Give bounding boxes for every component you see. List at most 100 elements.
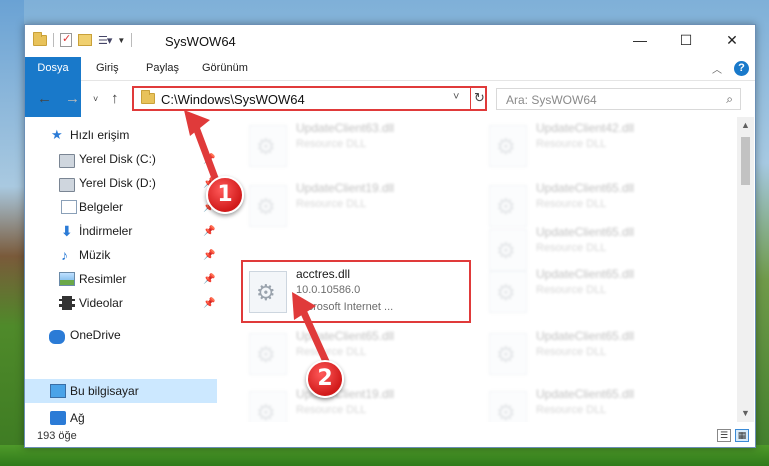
sidebar-item-label: Belgeler (79, 200, 124, 214)
file-name: UpdateClient65.dll (536, 387, 635, 401)
dll-file-icon (489, 125, 527, 167)
pictures-icon (59, 272, 75, 286)
file-item[interactable]: UpdateClient19.dll Resource DLL (244, 177, 474, 237)
file-description: Resource DLL (296, 138, 367, 150)
view-switcher: ☰ ▦ (717, 429, 749, 442)
dll-file-icon (249, 125, 287, 167)
recent-locations-chevron-icon[interactable]: ˅ (93, 94, 98, 104)
new-folder-icon[interactable] (78, 34, 92, 46)
cloud-icon (49, 329, 65, 344)
step-1-badge: 1 (206, 176, 244, 214)
quick-access-toolbar: ☰▾ ▼ (33, 31, 133, 47)
pin-icon[interactable]: 📌 (203, 250, 215, 261)
star-icon: ★ (51, 127, 63, 142)
sidebar-item-label: İndirmeler (79, 224, 133, 238)
file-item[interactable]: UpdateClient65.dll Resource DLL (484, 383, 714, 422)
sidebar-item-onedrive[interactable]: OneDrive (25, 323, 217, 347)
pin-icon[interactable]: 📌 (203, 298, 215, 309)
file-name: UpdateClient65.dll (536, 225, 635, 239)
sidebar-item-label: Ağ (70, 411, 85, 425)
navigation-bar: ← → ˅ ↑ C:\Windows\SysWOW64 ˅ ↻ Ara: Sys… (25, 82, 755, 116)
address-path[interactable]: C:\Windows\SysWOW64 (161, 92, 305, 107)
dll-file-icon (489, 333, 527, 375)
pin-icon[interactable]: 📌 (203, 226, 215, 237)
file-name: UpdateClient63.dll (296, 121, 395, 135)
details-view-icon[interactable]: ☰ (717, 429, 731, 442)
document-icon (61, 200, 77, 214)
file-item[interactable]: UpdateClient63.dll Resource DLL (244, 117, 474, 177)
forward-arrow-icon[interactable]: → (65, 90, 80, 107)
scroll-up-icon[interactable]: ▲ (737, 117, 754, 134)
search-input[interactable]: Ara: SysWOW64 (506, 93, 597, 107)
search-icon[interactable]: ⌕ (726, 92, 733, 107)
file-description: Resource DLL (536, 242, 607, 254)
sidebar-item-label: Videolar (79, 296, 123, 310)
computer-icon (50, 384, 66, 398)
maximize-button[interactable]: ☐ (663, 25, 709, 55)
file-description: Resource DLL (536, 404, 607, 416)
close-button[interactable]: ✕ (709, 25, 755, 55)
customize-view-icon[interactable]: ☰▾ (98, 34, 112, 47)
sidebar-item-pictures[interactable]: Resimler 📌 (25, 267, 217, 291)
file-name: UpdateClient19.dll (296, 181, 395, 195)
file-description: Resource DLL (536, 346, 607, 358)
file-item[interactable]: UpdateClient65.dll Resource DLL (244, 325, 474, 385)
help-icon[interactable]: ? (734, 61, 749, 76)
expand-ribbon-icon[interactable]: ︿ (712, 61, 722, 76)
file-item[interactable]: UpdateClient19.dll Resource DLL (244, 383, 474, 422)
status-bar: 193 öğe ☰ ▦ (25, 425, 755, 447)
step-2-badge: 2 (306, 360, 344, 398)
sidebar-item-network[interactable]: Ağ (25, 411, 217, 425)
customize-toolbar-caret-icon[interactable]: ▼ (117, 36, 125, 45)
minimize-button[interactable]: — (617, 25, 663, 55)
tab-view[interactable]: Görünüm (191, 57, 259, 80)
refresh-icon[interactable]: ↻ (470, 87, 488, 110)
sidebar-item-label: Resimler (79, 272, 127, 286)
desktop-grass (0, 445, 769, 466)
tab-home[interactable]: Giriş (85, 57, 130, 80)
file-description: Resource DLL (536, 284, 607, 296)
file-item[interactable]: UpdateClient65.dll Resource DLL (484, 221, 714, 281)
disk-icon (59, 154, 75, 168)
file-item[interactable]: UpdateClient65.dll Resource DLL (484, 325, 714, 385)
file-name: UpdateClient65.dll (536, 329, 635, 343)
pin-icon[interactable]: 📌 (203, 274, 215, 285)
selection-highlight-box (241, 260, 471, 323)
folder-icon (141, 90, 155, 104)
item-count: 193 öğe (37, 430, 77, 442)
sidebar-item-label: Müzik (79, 248, 111, 262)
tab-share[interactable]: Paylaş (135, 57, 190, 80)
music-icon: ♪ (61, 247, 68, 263)
vertical-scrollbar[interactable]: ▲ ▼ (737, 117, 754, 422)
network-icon (50, 411, 66, 425)
scroll-down-icon[interactable]: ▼ (737, 405, 754, 422)
sidebar-item-label: Yerel Disk (C:) (79, 152, 156, 166)
window-controls: — ☐ ✕ (617, 25, 755, 55)
search-box[interactable]: Ara: SysWOW64 ⌕ (496, 88, 741, 110)
file-name: UpdateClient42.dll (536, 121, 635, 135)
file-description: Resource DLL (536, 198, 607, 210)
disk-icon (59, 178, 75, 192)
toolbar-divider (53, 33, 54, 47)
sidebar-item-downloads[interactable]: ⬇ İndirmeler 📌 (25, 219, 217, 243)
up-arrow-icon[interactable]: ↑ (111, 90, 119, 107)
address-dropdown-icon[interactable]: ˅ (453, 91, 459, 103)
properties-icon[interactable] (60, 32, 72, 47)
file-description: Resource DLL (296, 404, 367, 416)
dll-file-icon (249, 185, 287, 227)
sidebar-item-videos[interactable]: Videolar 📌 (25, 291, 217, 315)
file-description: Resource DLL (296, 198, 367, 210)
sidebar-item-label: Hızlı erişim (70, 128, 130, 142)
toolbar-divider (131, 33, 133, 47)
sidebar-item-this-pc[interactable]: Bu bilgisayar (25, 379, 217, 403)
sidebar-item-label: OneDrive (70, 328, 121, 342)
tiles-view-icon[interactable]: ▦ (735, 429, 749, 442)
sidebar-item-music[interactable]: ♪ Müzik 📌 (25, 243, 217, 267)
back-arrow-icon[interactable]: ← (37, 90, 52, 107)
desktop-background (0, 0, 24, 466)
dll-file-icon (249, 391, 287, 422)
ribbon-tabs: Dosya Giriş Paylaş Görünüm ︿ ? (25, 57, 755, 117)
scroll-thumb[interactable] (741, 137, 750, 185)
file-item[interactable]: UpdateClient42.dll Resource DLL (484, 117, 714, 177)
file-name: UpdateClient65.dll (536, 181, 635, 195)
